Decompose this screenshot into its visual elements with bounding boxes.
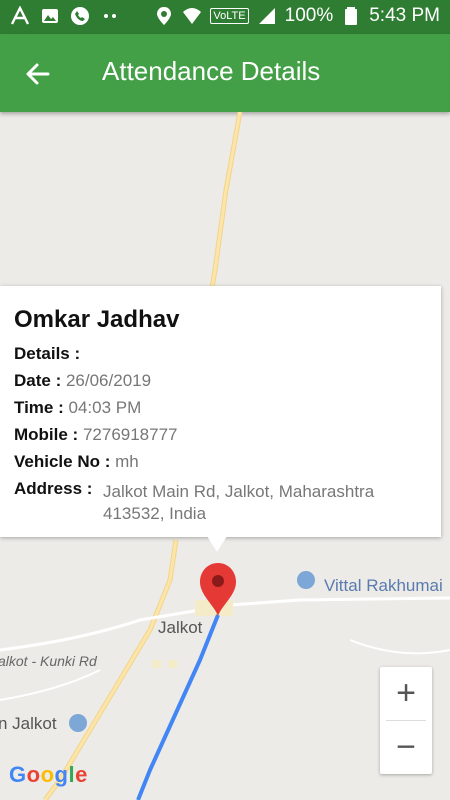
road-label: alkot - Kunki Rd xyxy=(0,653,97,669)
more-notifications-icon xyxy=(104,14,116,18)
zoom-out-button[interactable]: − xyxy=(380,721,432,774)
place-label-vittal: Vittal Rakhumai xyxy=(324,576,443,595)
app-logo-icon xyxy=(10,6,30,25)
vehicle-value: mh xyxy=(115,452,139,471)
vehicle-label: Vehicle No : xyxy=(14,452,111,471)
battery-icon xyxy=(345,7,358,25)
battery-percent: 100% xyxy=(284,5,334,26)
wifi-icon xyxy=(183,8,202,24)
info-window-pointer xyxy=(207,536,227,552)
app-bar: Attendance Details xyxy=(0,34,450,112)
date-value: 26/06/2019 xyxy=(65,371,152,390)
temple-icon xyxy=(297,571,315,589)
zoom-in-button[interactable]: + xyxy=(380,667,432,720)
address-label: Address : xyxy=(14,479,93,498)
time-value: 04:03 PM xyxy=(68,398,142,417)
info-window[interactable]: Omkar Jadhav Details : Date : 26/06/2019… xyxy=(0,286,441,552)
mobile-label: Mobile : xyxy=(14,425,79,444)
zoom-controls: + − xyxy=(380,667,432,774)
volte-badge: VoLTE xyxy=(210,8,249,24)
temple-icon-2 xyxy=(69,714,87,732)
back-arrow-icon[interactable] xyxy=(22,58,54,90)
mobile-value: 7276918777 xyxy=(82,425,178,444)
details-label: Details : xyxy=(14,344,81,363)
location-icon xyxy=(157,7,172,25)
route-line xyxy=(136,614,220,800)
page-title: Attendance Details xyxy=(102,56,321,86)
signal-icon xyxy=(258,8,275,24)
address-value: Jalkot Main Rd, Jalkot, Maharashtra 4135… xyxy=(103,482,375,523)
time-label: Time : xyxy=(14,398,64,417)
employee-name: Omkar Jadhav xyxy=(14,306,180,333)
gallery-icon xyxy=(42,9,58,23)
clock: 5:43 PM xyxy=(369,5,440,26)
status-bar: VoLTE 100% 5:43 PM xyxy=(0,0,450,34)
place-label-jalkot-left: n Jalkot xyxy=(0,714,57,733)
google-logo: Google xyxy=(9,762,88,787)
phone-icon xyxy=(71,7,89,25)
place-label-jalkot: Jalkot xyxy=(158,618,203,637)
date-label: Date : xyxy=(14,371,62,390)
